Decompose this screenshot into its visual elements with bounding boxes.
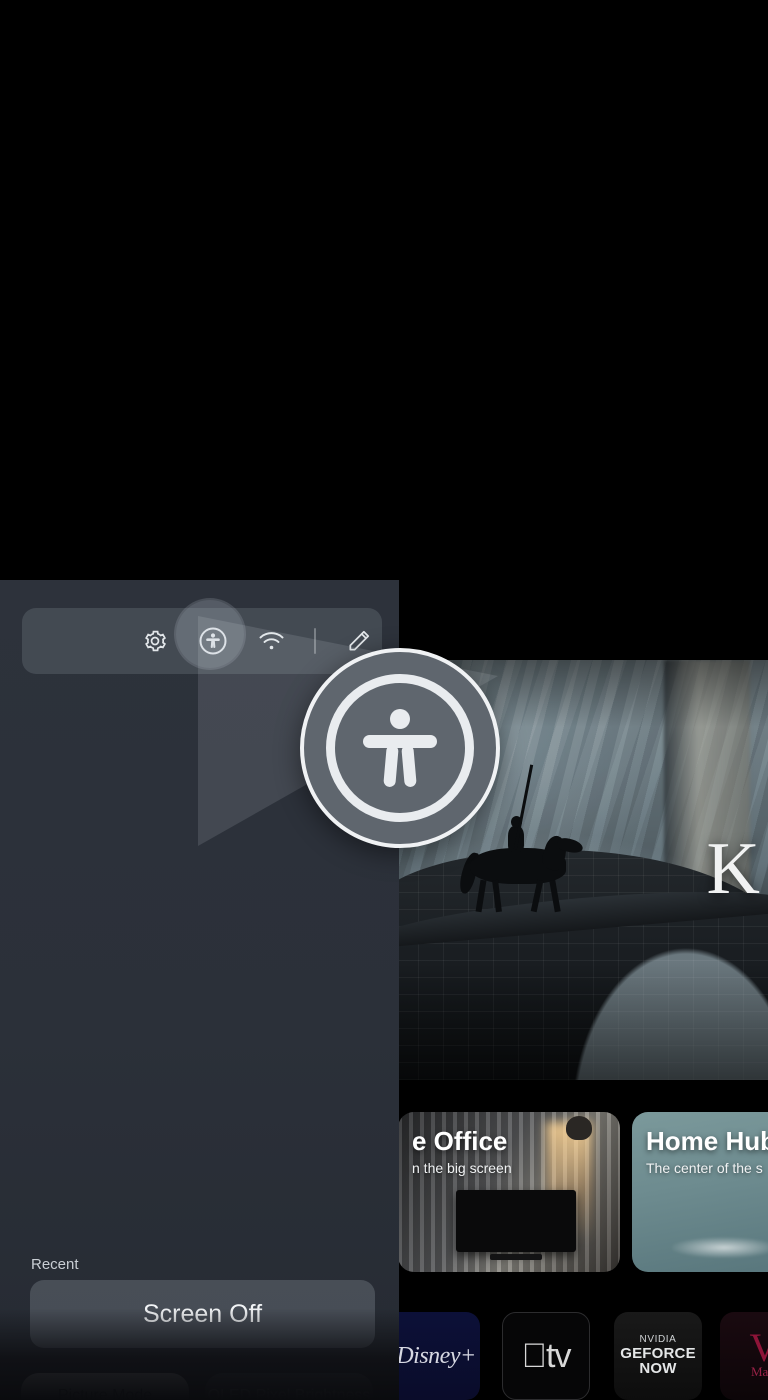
- masterclass-label: Mast: [750, 1364, 768, 1379]
- tv-screen: K e Office n the big screen Home Hub The…: [0, 0, 768, 1400]
- nvidia-wordmark: NVIDIA: [639, 1334, 677, 1345]
- promo-office-title: e Office: [412, 1126, 508, 1156]
- app-icon-geforce-now[interactable]: NVIDIA GEFORCE NOW: [614, 1312, 702, 1400]
- accessibility-focus-ring: [176, 600, 244, 668]
- promo-hub-subtitle: The center of the s: [646, 1160, 763, 1176]
- app-icon-apple-tv[interactable]: tv: [502, 1312, 590, 1400]
- promo-office-lamp-shade: [566, 1116, 592, 1140]
- now-label: NOW: [639, 1360, 677, 1378]
- promo-hub-wave: [672, 1232, 768, 1258]
- settings-gear-icon[interactable]: [140, 626, 170, 656]
- promo-card-home-hub[interactable]: Home Hub The center of the s: [632, 1112, 768, 1272]
- app-icon-disney-plus[interactable]: Disney+: [392, 1312, 480, 1400]
- tile-picture-mode-label: Picture Mode: [57, 1387, 153, 1400]
- promo-office-subtitle: n the big screen: [412, 1160, 512, 1176]
- recent-label: Recent: [31, 1256, 79, 1273]
- tile-oled-pixel-brightness[interactable]: OLED Pixel Brightness 75: [205, 1373, 373, 1400]
- tile-picture-mode[interactable]: Picture Mode Vivid: [21, 1373, 189, 1400]
- toolbar-divider: [314, 628, 316, 654]
- masterclass-mark: V: [749, 1325, 768, 1370]
- apple-tv-logo: tv: [522, 1336, 572, 1375]
- magnified-accessibility-icon: [326, 674, 474, 822]
- promo-card-office[interactable]: e Office n the big screen: [398, 1112, 620, 1272]
- tile-oled-label: OLED Pixel Brightness: [207, 1387, 371, 1400]
- wifi-icon[interactable]: [256, 626, 286, 656]
- recent-screen-off-chip[interactable]: Screen Off: [30, 1280, 375, 1348]
- recent-chip-label: Screen Off: [142, 1299, 263, 1328]
- promo-hub-title: Home Hub: [646, 1126, 768, 1156]
- promo-office-tv-stand: [490, 1254, 542, 1260]
- geforce-label: GEFORCE: [620, 1344, 696, 1362]
- disney-plus-logo: Disney+: [396, 1342, 476, 1369]
- magnifier-lens: [300, 648, 500, 848]
- promo-office-tv: [456, 1190, 576, 1252]
- app-icon-masterclass[interactable]: V Mast: [720, 1312, 768, 1400]
